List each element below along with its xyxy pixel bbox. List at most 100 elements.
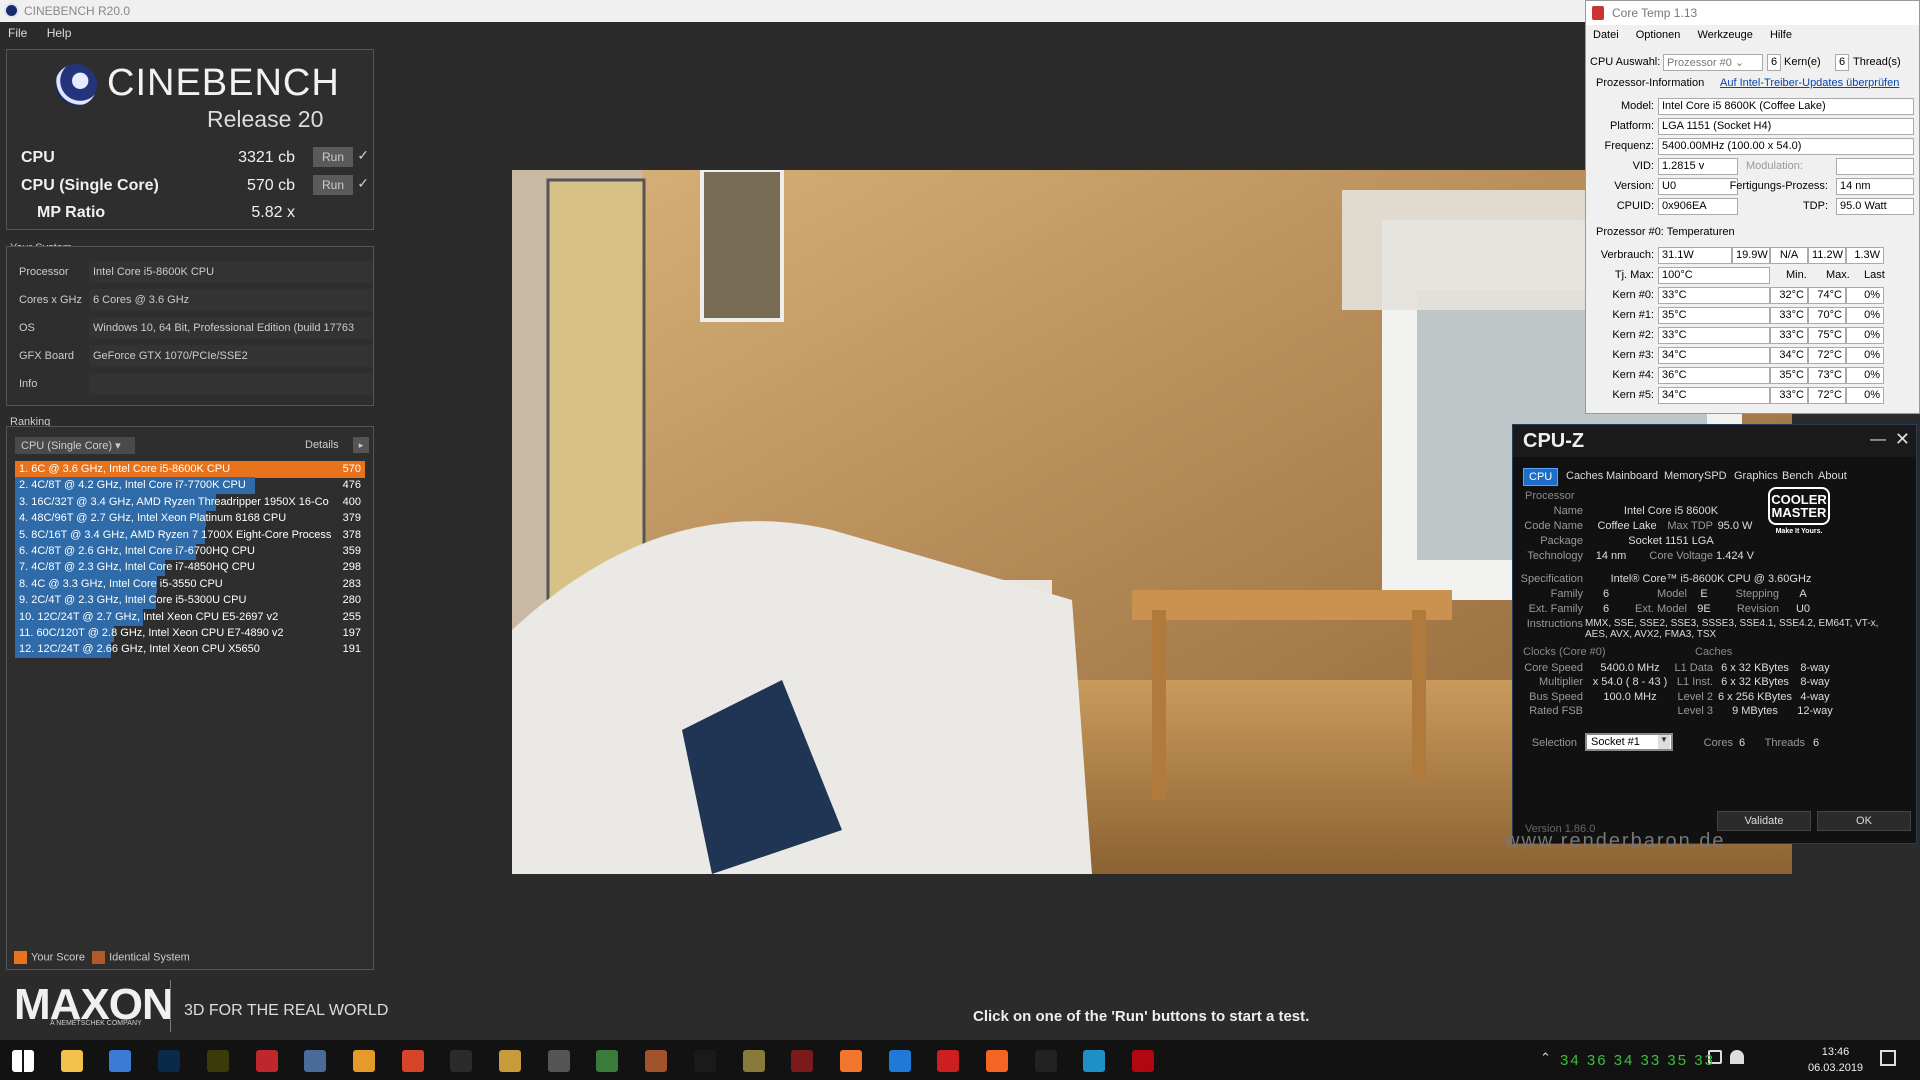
menu-hilfe[interactable]: Hilfe [1763,27,1799,43]
tdp-value: 95.0 Watt [1836,198,1914,215]
netflix-icon[interactable] [1132,1050,1155,1072]
vid-value: 1.2815 v [1658,158,1738,175]
menu-file[interactable]: File [0,22,35,40]
gpuz-icon[interactable] [596,1050,619,1072]
coretemp-icon[interactable] [645,1050,668,1072]
ranking-row[interactable]: 7. 4C/8T @ 2.3 GHz, Intel Core i7-4850HQ… [15,559,365,577]
firefox-icon[interactable] [986,1050,1008,1072]
score-row-single-core: CPU (Single Core) 570 cb Run ✓ [21,175,371,199]
cinebench-logo-icon[interactable] [450,1050,473,1072]
aida64-icon[interactable] [255,1050,278,1072]
logo-release: Release 20 [207,106,324,132]
menu-werkzeuge[interactable]: Werkzeuge [1690,27,1759,43]
modulation-value [1836,158,1914,175]
ranking-text: 7. 4C/8T @ 2.3 GHz, Intel Core i7-4850HQ… [19,561,255,574]
ok-button[interactable]: OK [1817,811,1911,831]
ranking-row[interactable]: 10. 12C/24T @ 2.7 GHz, Intel Xeon CPU E5… [15,608,365,626]
app2-icon[interactable] [499,1050,521,1072]
file-explorer-icon[interactable] [60,1050,83,1072]
model-value: E [1700,588,1708,600]
stepping-label: Stepping [1735,588,1779,600]
ranking-row[interactable]: 6. 4C/8T @ 2.6 GHz, Intel Core i7-6700HQ… [15,543,365,560]
model-value: Intel Core i5 8600K (Coffee Lake) [1658,98,1914,115]
app-icon[interactable] [304,1050,327,1072]
socket-select[interactable]: Socket #1 ▼ [1585,733,1673,751]
cortana-icon[interactable] [109,1050,132,1072]
tab-graphics[interactable]: Graphics [1729,468,1783,484]
coretemp-window: Core Temp 1.13 Datei Optionen Werkzeuge … [1585,0,1920,414]
game2-icon[interactable] [742,1050,765,1072]
media-icon[interactable] [352,1050,375,1072]
validate-button[interactable]: Validate [1717,811,1811,831]
menu-help[interactable]: Help [39,22,80,40]
core-min: 33°C [1770,387,1808,404]
tab-mainboard[interactable]: Mainboard [1601,468,1663,484]
intel-driver-link[interactable]: Auf Intel-Treiber-Updates überprüfen [1720,77,1899,89]
tab-spd[interactable]: SPD [1699,468,1732,484]
legend-identical-system: Identical System [109,951,190,964]
close-icon[interactable]: ✕ [1895,429,1910,450]
core-label: Kern #4: [1612,369,1654,381]
windows-start-icon[interactable] [12,1050,34,1072]
opera-icon[interactable] [937,1050,960,1072]
ranking-text: 6. 4C/8T @ 2.6 GHz, Intel Core i7-6700HQ… [19,545,255,557]
ranking-dropdown[interactable]: CPU (Single Core) ▾ [15,437,135,454]
system-value: GeForce GTX 1070/PCIe/SSE2 [89,345,373,367]
photoshop-icon[interactable] [158,1050,181,1072]
video-icon[interactable] [791,1050,814,1072]
power-value: 1.3W [1846,247,1884,264]
tab-about[interactable]: About [1813,468,1852,484]
core-max: 72°C [1808,387,1846,404]
cpu-select-dropdown[interactable]: Prozessor #0 ⌄ [1663,54,1763,71]
ranking-score: 197 [342,627,361,639]
ranking-panel: CPU (Single Core) ▾ Details ▸ 1. 6C @ 3.… [6,426,374,970]
details-arrow-icon[interactable]: ▸ [353,437,369,453]
network-icon[interactable] [1730,1050,1744,1064]
name-label: Name [1553,505,1583,517]
cinebench-icon[interactable] [401,1050,424,1072]
core-temp: 33°C [1658,327,1770,344]
fireworks-icon[interactable] [206,1050,229,1072]
ranking-row[interactable]: 9. 2C/4T @ 2.3 GHz, Intel Core i5-5300U … [15,592,365,610]
ranking-row[interactable]: 12. 12C/24T @ 2.66 GHz, Intel Xeon CPU X… [15,641,365,659]
core-max: 74°C [1808,287,1846,304]
score-value: 3321 cb [238,149,295,166]
menu-optionen[interactable]: Optionen [1629,27,1688,43]
ranking-row[interactable]: 11. 60C/120T @ 2.8 GHz, Intel Xeon CPU E… [15,625,365,642]
cinebench-menubar: File Help [0,22,1585,44]
tray-core-temps: 34 36 34 33 35 33 [1560,1052,1715,1069]
run-cpu-button[interactable]: Run [313,147,353,167]
specification-value: Intel® Core™ i5-8600K CPU @ 3.60GHz [1610,573,1812,585]
cpuid-label: CPUID: [1616,200,1654,212]
ranking-row[interactable]: 5. 8C/16T @ 3.4 GHz, AMD Ryzen 7 1700X E… [15,526,365,544]
tray-chevron-icon[interactable]: ⌃ [1540,1050,1551,1066]
status-message: Click on one of the 'Run' buttons to sta… [973,1008,1310,1025]
info-field[interactable] [89,373,373,395]
nineteen-icon[interactable] [1083,1050,1106,1072]
tray-clock[interactable]: 13:46 06.03.2019 [1808,1044,1863,1076]
details-label[interactable]: Details [305,439,339,451]
cpuz-titlebar: CPU-Z — ✕ [1513,425,1916,457]
run-single-core-button[interactable]: Run [313,175,353,195]
ranking-row[interactable]: 3. 16C/32T @ 3.4 GHz, AMD Ryzen Threadri… [15,493,365,511]
power-label: Verbrauch: [1600,249,1654,261]
ranking-row[interactable]: 4. 48C/96T @ 2.7 GHz, Intel Xeon Platinu… [15,510,365,528]
maxon-tagline: 3D FOR THE REAL WORLD [184,1002,389,1019]
notification-icon[interactable] [1880,1050,1896,1066]
processor-info-label: Prozessor-Information [1596,77,1705,89]
tab-cpu[interactable]: CPU [1523,468,1559,486]
ranking-row[interactable]: 8. 4C @ 3.3 GHz, Intel Core i5-3550 CPU 2… [15,575,365,593]
hwinfo-icon[interactable] [1034,1050,1057,1072]
minimize-icon[interactable]: — [1870,431,1886,449]
ranking-row[interactable]: 2. 4C/8T @ 4.2 GHz, Intel Core i7-7700K … [15,477,365,495]
edge-icon[interactable] [888,1050,911,1072]
vid-label: VID: [1632,160,1654,172]
core-label: Kern #0: [1612,289,1654,301]
menu-datei[interactable]: Datei [1586,27,1626,43]
rss-icon[interactable] [839,1050,862,1072]
instructions-value-1: MMX, SSE, SSE2, SSE3, SSSE3, SSE4.1, SSE… [1585,618,1879,629]
identical-system-swatch [92,951,106,964]
cpuz-icon[interactable] [547,1050,570,1072]
game-icon[interactable] [693,1050,716,1072]
ranking-row[interactable]: 1. 6C @ 3.6 GHz, Intel Core i5-8600K CPU… [15,461,365,478]
